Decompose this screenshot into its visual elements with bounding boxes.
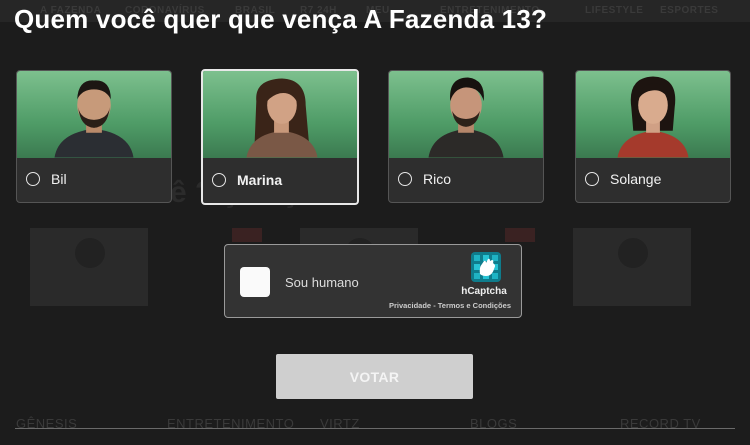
background-badge	[505, 228, 535, 242]
candidate-card-marina[interactable]: Marina	[201, 69, 359, 205]
candidate-photo	[576, 71, 730, 158]
person-photo-icon	[246, 78, 318, 158]
captcha-label: Sou humano	[285, 275, 359, 290]
candidate-name: Solange	[610, 171, 662, 187]
background-thumbnail	[30, 228, 148, 306]
bg-nav-item: LIFESTYLE	[585, 5, 644, 16]
candidate-photo	[389, 71, 543, 158]
background-thumbnail	[573, 228, 691, 306]
radio-button[interactable]	[26, 172, 40, 186]
radio-button[interactable]	[212, 173, 226, 187]
candidate-photo	[203, 71, 357, 158]
candidate-name: Marina	[237, 172, 283, 188]
person-photo-icon	[428, 77, 504, 158]
captcha-brand: hCaptcha	[461, 286, 507, 297]
captcha-checkbox[interactable]	[240, 267, 270, 297]
hcaptcha-hand-icon	[471, 252, 501, 282]
candidate-card-bil[interactable]: Bil	[16, 70, 172, 203]
candidate-name: Bil	[51, 171, 67, 187]
candidate-card-solange[interactable]: Solange	[575, 70, 731, 203]
person-photo-icon	[617, 76, 689, 158]
hcaptcha-widget: Sou humano hCaptcha Privacidade - Termos…	[224, 244, 522, 318]
candidate-name: Rico	[423, 171, 452, 187]
poll-title: Quem você quer que vença A Fazenda 13?	[14, 4, 548, 34]
footer-divider	[15, 428, 735, 429]
candidate-photo	[17, 71, 171, 158]
person-photo-icon	[54, 80, 134, 158]
background-badge	[232, 228, 262, 242]
captcha-privacy-terms-link[interactable]: Privacidade - Termos e Condições	[389, 301, 511, 310]
radio-button[interactable]	[585, 172, 599, 186]
radio-button[interactable]	[398, 172, 412, 186]
vote-button[interactable]: VOTAR	[276, 354, 473, 399]
candidate-card-rico[interactable]: Rico	[388, 70, 544, 203]
bg-nav-item: ESPORTES	[660, 5, 719, 16]
